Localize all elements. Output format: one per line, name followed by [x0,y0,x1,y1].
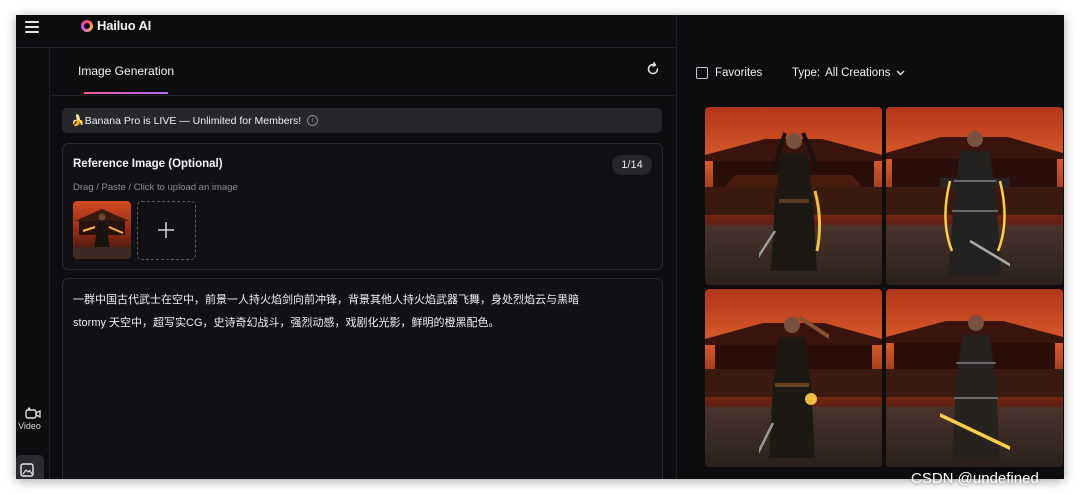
rail-item-image[interactable] [16,455,44,479]
type-value: All Creations [825,67,891,79]
rail-item-video[interactable]: Video [16,407,49,431]
generated-image-2[interactable] [886,107,1063,285]
hailuo-logo-icon [81,19,93,32]
prompt-input[interactable]: 一群中国古代武士在空中，前景一人持火焰剑向前冲锋，背景其他人持火焰武器飞舞，身处… [62,278,663,479]
plus-icon [158,222,174,238]
video-icon [24,407,41,419]
app-name: Hailuo AI [97,18,152,33]
add-reference-button[interactable] [137,201,196,260]
generated-image-4[interactable] [886,289,1063,467]
generation-panel: Image Generation 🍌 Banana Pro is LIVE — … [50,47,675,479]
generated-image-1[interactable] [705,107,882,285]
top-bar: Hailuo AI [16,15,676,48]
warrior-figure [758,315,829,458]
banner-text: Banana Pro is LIVE — Unlimited for Membe… [84,114,302,127]
app-window: Hailuo AI Video Image Generation 🍌 Banan… [16,15,1064,479]
tab-underline [84,92,168,94]
gallery-panel: Favorites Type: All Creations [676,15,1064,479]
generated-image-3[interactable] [705,289,882,467]
refresh-icon[interactable] [646,62,660,76]
banana-emoji: 🍌 [71,115,85,127]
info-icon[interactable]: i [307,115,319,126]
watermark: CSDN @undefined [911,470,1039,487]
panel-header: Image Generation [50,47,675,96]
reference-thumbnail[interactable] [73,201,131,259]
left-rail: Video [16,47,50,479]
image-icon [20,463,34,477]
warrior-figure [939,131,1010,276]
chevron-down-icon [896,70,905,76]
rail-item-video-label: Video [18,421,41,431]
reference-title: Reference Image (Optional) [73,158,223,170]
reference-count-badge: 1/14 [612,155,652,175]
prompt-text[interactable]: 一群中国古代武士在空中，前景一人持火焰剑向前冲锋，背景其他人持火焰武器飞舞，身处… [73,289,633,335]
promo-banner[interactable]: 🍌 Banana Pro is LIVE — Unlimited for Mem… [62,108,662,133]
reference-image-section: Reference Image (Optional) 1/14 Drag / P… [62,143,663,270]
logo[interactable]: Hailuo AI [81,18,151,33]
type-label: Type: [792,67,821,79]
prompt-line-1: 一群中国古代武士在空中，前景一人持火焰剑向前冲锋，背景其他人持火焰武器飞舞，身处… [73,294,579,306]
prompt-line-2: stormy 天空中，超写实CG，史诗奇幻战斗，强烈动感，戏剧化光影，鲜明的橙黑… [73,317,500,329]
favorites-filter[interactable]: Favorites [696,67,762,79]
favorites-label: Favorites [715,67,763,79]
type-dropdown[interactable]: Type: All Creations [792,67,905,79]
upload-hint: Drag / Paste / Click to upload an image [73,182,238,193]
tab-image-generation[interactable]: Image Generation [78,64,174,78]
warrior-figure [758,132,821,271]
favorites-checkbox[interactable] [696,67,708,79]
warrior-figure [939,315,1010,458]
reference-thumbnail-art [73,209,131,259]
hamburger-icon[interactable] [25,21,39,33]
